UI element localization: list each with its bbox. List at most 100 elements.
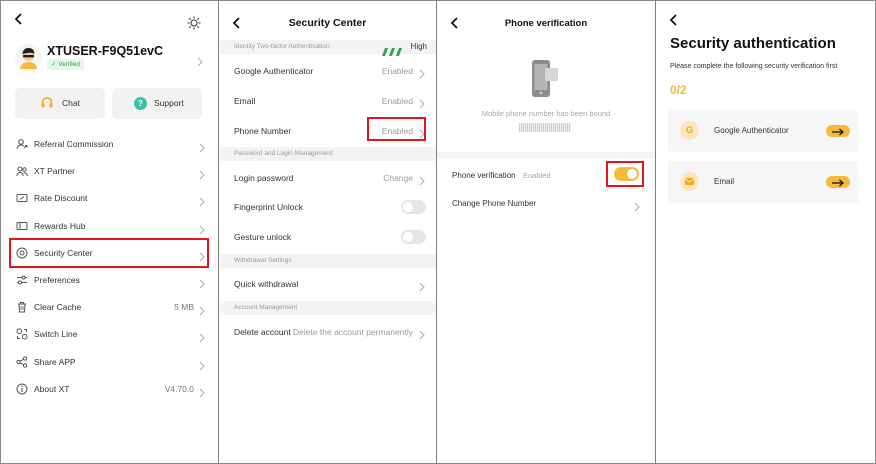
- chevron-right-icon: [198, 303, 206, 316]
- menu-item-label: Rate Discount: [34, 193, 88, 204]
- method-google-authenticator[interactable]: G Google Authenticator: [668, 110, 858, 152]
- menu-item-xt-partner[interactable]: XT Partner: [1, 158, 218, 185]
- account-panel: XTUSER-F9Q51evC ✓ Verified Chat ? Suppor…: [1, 1, 218, 463]
- menu-item-value: V4.70.0: [164, 383, 194, 394]
- fingerprint-toggle[interactable]: [401, 200, 426, 214]
- row-value: Enabled: [381, 96, 413, 106]
- chevron-right-icon: [198, 276, 206, 289]
- menu-item-rewards-hub[interactable]: Rewards Hub: [1, 213, 218, 240]
- menu-item-label: XT Partner: [34, 166, 75, 177]
- section-header-password: Password and Login Management: [220, 147, 436, 161]
- share-person-icon: [16, 137, 28, 150]
- gift-card-icon: [16, 219, 28, 231]
- question-icon: ?: [134, 97, 147, 110]
- row-delete-account[interactable]: Delete account Delete the account perman…: [220, 317, 436, 346]
- row-label: Quick withdrawal: [234, 279, 299, 289]
- row-change-phone-number[interactable]: Change Phone Number: [437, 190, 655, 218]
- chevron-right-icon: [198, 358, 206, 370]
- back-icon[interactable]: [667, 13, 681, 27]
- menu-item-label: Clear Cache: [34, 302, 82, 313]
- chat-label: Chat: [62, 98, 80, 108]
- arrow-right-icon[interactable]: [826, 125, 850, 137]
- chat-button[interactable]: Chat: [15, 88, 105, 119]
- sun-icon[interactable]: [187, 16, 201, 30]
- progress-counter: 0/2: [670, 83, 687, 97]
- verified-badge: ✓ Verified: [47, 59, 84, 70]
- row-quick-withdrawal[interactable]: Quick withdrawal: [220, 269, 436, 298]
- toggle-highlight: [606, 161, 644, 187]
- row-label: Gesture unlock: [234, 232, 292, 242]
- instruction-text: Please complete the following security v…: [670, 63, 838, 70]
- security-center-highlight: [9, 238, 209, 268]
- row-google-authenticator[interactable]: Google Authenticator Enabled: [220, 56, 436, 85]
- chevron-right-icon: [418, 96, 426, 109]
- security-level: High: [410, 42, 427, 51]
- row-fingerprint-unlock: Fingerprint Unlock: [220, 192, 436, 221]
- menu-item-label: Referral Commission: [34, 139, 114, 149]
- chevron-right-icon: [198, 167, 206, 180]
- menu-item-label: Share APP: [34, 356, 76, 367]
- chevron-right-icon: [198, 222, 206, 234]
- row-status: Enabled: [523, 171, 551, 180]
- mail-icon: [680, 172, 699, 191]
- menu-item-share-app[interactable]: Share APP: [1, 349, 218, 376]
- chevron-right-icon[interactable]: [196, 54, 204, 67]
- menu-item-value: 5 MB: [174, 302, 194, 313]
- row-label: Email: [234, 96, 256, 106]
- menu-item-label: About XT: [34, 383, 70, 394]
- google-icon: G: [680, 121, 699, 140]
- gesture-toggle[interactable]: [401, 230, 426, 244]
- section-separator: [437, 152, 655, 158]
- section-header-2fa: Identity Two-factor Authentication High: [220, 40, 436, 56]
- row-label: Login password: [234, 173, 294, 183]
- menu-item-rate-discount[interactable]: Rate Discount: [1, 185, 218, 212]
- masked-phone-number: [519, 123, 571, 132]
- chevron-right-icon: [633, 199, 641, 212]
- support-label: Support: [154, 98, 184, 108]
- menu-item-clear-cache[interactable]: Clear Cache 5 MB: [1, 294, 218, 321]
- chevron-right-icon: [198, 140, 206, 153]
- trash-icon: [16, 300, 28, 313]
- ticket-icon: [16, 191, 28, 203]
- row-value: Change: [383, 173, 413, 183]
- arrow-right-icon[interactable]: [826, 176, 850, 188]
- section-header-withdrawal: Withdrawal Settings: [220, 254, 436, 268]
- method-label: Google Authenticator: [714, 126, 789, 135]
- info-icon: [16, 382, 28, 395]
- back-icon[interactable]: [12, 12, 26, 26]
- menu-item-preferences[interactable]: Preferences: [1, 267, 218, 294]
- page-title: Phone verification: [504, 18, 588, 29]
- bound-message: Mobile phone number has been bound: [481, 109, 611, 118]
- section-label: Account Management: [234, 304, 298, 311]
- method-email[interactable]: Email: [668, 161, 858, 203]
- phone-verification-panel: Phone verification Mobile phone number h…: [437, 1, 655, 463]
- security-authentication-panel: Security authentication Please complete …: [656, 1, 874, 463]
- chevron-right-icon: [418, 279, 426, 292]
- phone-icon: [531, 59, 559, 99]
- row-value: Delete the account permanently: [292, 327, 413, 337]
- switch-icon: [16, 327, 28, 340]
- row-label: Phone verification: [452, 171, 516, 180]
- share-icon: [16, 355, 28, 368]
- chevron-right-icon: [418, 173, 426, 186]
- row-login-password[interactable]: Login password Change: [220, 163, 436, 192]
- chevron-right-icon: [418, 66, 426, 79]
- menu-item-label: Preferences: [34, 275, 80, 285]
- section-label: Withdrawal Settings: [234, 257, 292, 264]
- row-label: Phone Number: [234, 126, 292, 136]
- menu-item-label: Rewards Hub: [34, 220, 86, 231]
- row-label: Fingerprint Unlock: [234, 202, 303, 212]
- row-label: Delete account: [234, 327, 291, 337]
- username: XTUSER-F9Q51evC: [47, 44, 164, 58]
- row-label: Google Authenticator: [234, 66, 314, 76]
- menu-item-about-xt[interactable]: About XT V4.70.0: [1, 376, 218, 403]
- avatar[interactable]: [15, 44, 42, 71]
- section-label: Identity Two-factor Authentication: [234, 43, 330, 50]
- security-level-bars-icon: [380, 43, 404, 56]
- chevron-right-icon: [198, 194, 206, 207]
- page-title: Security authentication: [670, 35, 836, 52]
- menu-item-switch-line[interactable]: Switch Line: [1, 321, 218, 348]
- support-button[interactable]: ? Support: [112, 88, 202, 119]
- menu-item-referral-commission[interactable]: Referral Commission: [1, 131, 218, 158]
- row-email[interactable]: Email Enabled: [220, 86, 436, 115]
